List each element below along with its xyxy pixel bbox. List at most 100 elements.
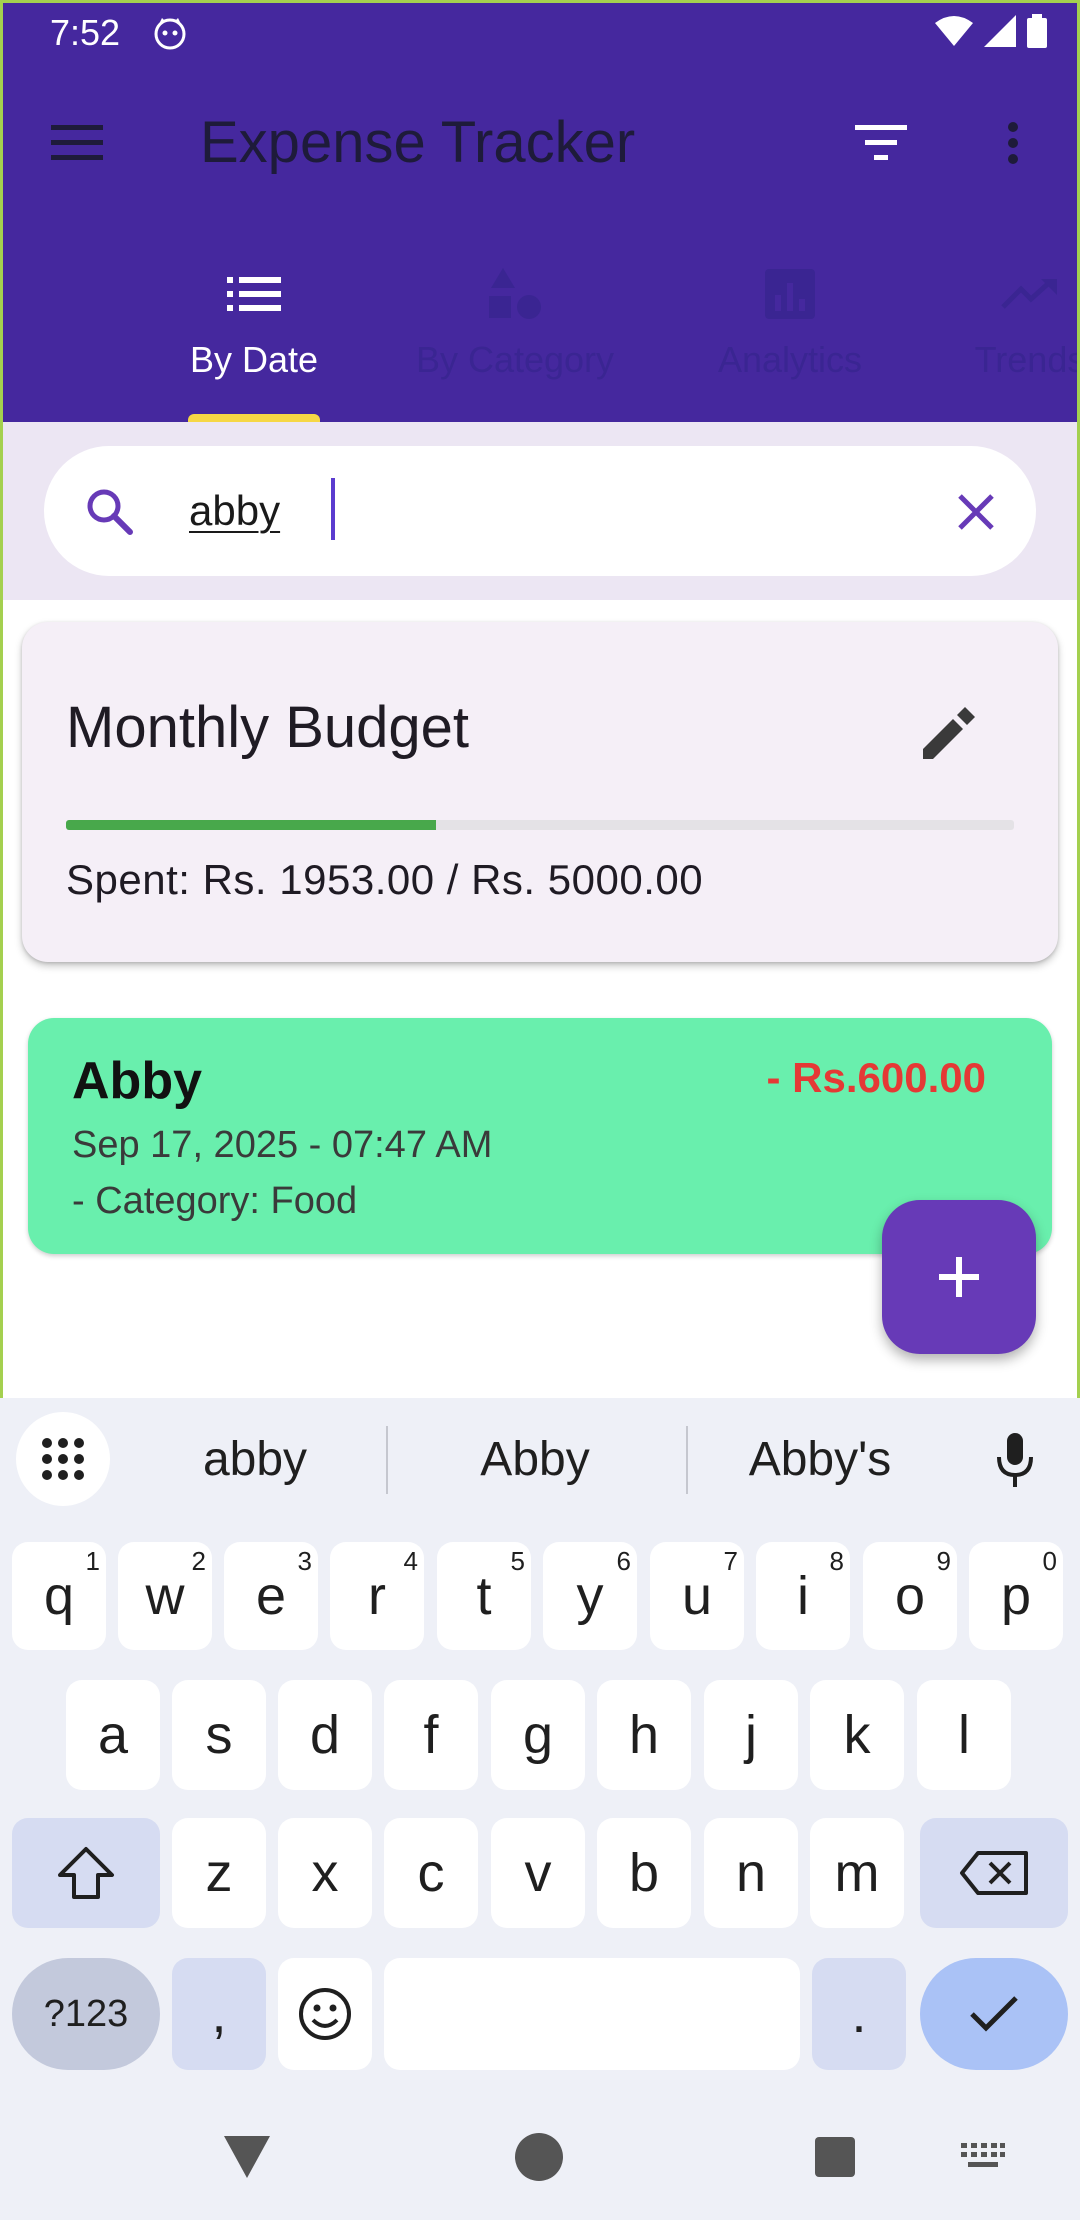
search-icon	[87, 489, 133, 535]
key-w[interactable]: w2	[118, 1542, 212, 1650]
more-options-button[interactable]	[990, 110, 1036, 176]
key-s[interactable]: s	[172, 1680, 266, 1790]
budget-progress-fill	[66, 820, 437, 830]
home-circle-icon	[515, 2133, 563, 2181]
more-vert-icon	[1008, 122, 1018, 164]
expense-name: Abby	[72, 1052, 202, 1110]
key-hint: 0	[1042, 1546, 1057, 1576]
text-cursor	[331, 478, 335, 540]
key-b[interactable]: b	[597, 1818, 691, 1928]
key-u[interactable]: u7	[650, 1542, 744, 1650]
budget-progress-bar	[66, 820, 1014, 830]
backspace-key[interactable]	[920, 1818, 1068, 1928]
close-icon	[958, 494, 994, 530]
key-h[interactable]: h	[597, 1680, 691, 1790]
key-a[interactable]: a	[66, 1680, 160, 1790]
spacebar-key[interactable]	[384, 1958, 800, 2070]
expense-date: Sep 17, 2025 - 07:47 AM	[72, 1124, 493, 1166]
tab-by-date[interactable]: By Date	[160, 250, 348, 422]
key-hint: 5	[510, 1546, 525, 1576]
signal-icon	[984, 15, 1016, 47]
menu-button[interactable]	[40, 110, 114, 176]
emoji-key[interactable]	[278, 1958, 372, 2070]
edit-budget-button[interactable]	[912, 698, 984, 770]
tab-trends[interactable]: Trends	[955, 250, 1080, 422]
nav-recents-button[interactable]	[790, 2112, 880, 2202]
app-title: Expense Tracker	[200, 110, 636, 175]
edit-pencil-icon	[923, 707, 975, 759]
tab-by-category[interactable]: By Category	[400, 250, 630, 422]
search-input[interactable]	[189, 476, 909, 546]
key-x[interactable]: x	[278, 1818, 372, 1928]
nav-home-button[interactable]	[494, 2112, 584, 2202]
status-icons	[934, 14, 1048, 48]
key-r[interactable]: r4	[330, 1542, 424, 1650]
key-hint: 1	[85, 1546, 100, 1576]
expense-category: - Category: Food	[72, 1180, 358, 1222]
suggestion-1[interactable]: abby	[140, 1428, 370, 1492]
key-hint: 6	[616, 1546, 631, 1576]
key-label: y	[576, 1566, 604, 1626]
nav-keyboard-switch-button[interactable]	[938, 2112, 1028, 2202]
key-l[interactable]: l	[917, 1680, 1011, 1790]
tab-analytics[interactable]: Analytics	[700, 250, 880, 422]
enter-done-key[interactable]	[920, 1958, 1068, 2070]
key-o[interactable]: o9	[863, 1542, 957, 1650]
category-shapes-icon	[489, 268, 541, 319]
key-j[interactable]: j	[704, 1680, 798, 1790]
expense-amount: - Rs.600.00	[766, 1054, 986, 1101]
status-time: 7:52	[50, 12, 121, 53]
symbols-key[interactable]: ?123	[12, 1958, 160, 2070]
emoji-smile-icon	[299, 1988, 351, 2040]
key-n[interactable]: n	[704, 1818, 798, 1928]
key-v[interactable]: v	[491, 1818, 585, 1928]
key-q[interactable]: q1	[12, 1542, 106, 1650]
key-label: e	[255, 1566, 287, 1626]
comma-key[interactable]: ,	[172, 1958, 266, 2070]
key-g[interactable]: g	[491, 1680, 585, 1790]
wifi-icon	[935, 16, 973, 46]
trending-up-icon	[1001, 279, 1057, 309]
budget-title: Monthly Budget	[66, 695, 470, 760]
suggestion-2[interactable]: Abby	[420, 1428, 650, 1492]
key-e[interactable]: e3	[224, 1542, 318, 1650]
key-label: w	[145, 1566, 185, 1626]
key-i[interactable]: i8	[756, 1542, 850, 1650]
add-expense-button[interactable]	[882, 1200, 1036, 1354]
key-label: r	[368, 1566, 386, 1626]
clear-search-button[interactable]	[944, 482, 1008, 542]
key-c[interactable]: c	[384, 1818, 478, 1928]
voice-input-button[interactable]	[978, 1428, 1052, 1494]
key-z[interactable]: z	[172, 1818, 266, 1928]
search-area	[0, 422, 1080, 600]
suggestion-3[interactable]: Abby's	[705, 1428, 935, 1492]
tab-label: Trends	[974, 339, 1080, 380]
key-label: t	[476, 1566, 492, 1626]
filter-button[interactable]	[846, 110, 916, 176]
key-m[interactable]: m	[810, 1818, 904, 1928]
keyboard-icon	[961, 2143, 1005, 2167]
key-p[interactable]: p0	[969, 1542, 1063, 1650]
notification-app-icon	[154, 18, 186, 50]
search-bar[interactable]	[44, 446, 1036, 576]
microphone-icon	[997, 1433, 1033, 1487]
shift-key[interactable]	[12, 1818, 160, 1928]
suggestion-divider	[386, 1426, 388, 1494]
nav-back-button[interactable]	[202, 2112, 292, 2202]
list-icon	[227, 277, 281, 311]
key-t[interactable]: t5	[437, 1542, 531, 1650]
plus-icon	[939, 1257, 979, 1297]
keyboard-menu-button[interactable]	[16, 1412, 110, 1506]
shift-arrow-icon	[58, 1847, 114, 1899]
key-hint: 7	[723, 1546, 738, 1576]
period-key[interactable]: .	[812, 1958, 906, 2070]
key-hint: 9	[936, 1546, 951, 1576]
key-label: u	[681, 1566, 713, 1626]
key-k[interactable]: k	[810, 1680, 904, 1790]
key-y[interactable]: y6	[543, 1542, 637, 1650]
key-d[interactable]: d	[278, 1680, 372, 1790]
system-nav-bar	[0, 2090, 1080, 2220]
key-f[interactable]: f	[384, 1680, 478, 1790]
tab-label: Analytics	[717, 339, 863, 380]
soft-keyboard: abby Abby Abby's q1 w2 e3 r4 t5 y6 u7 i8…	[0, 1398, 1080, 2220]
